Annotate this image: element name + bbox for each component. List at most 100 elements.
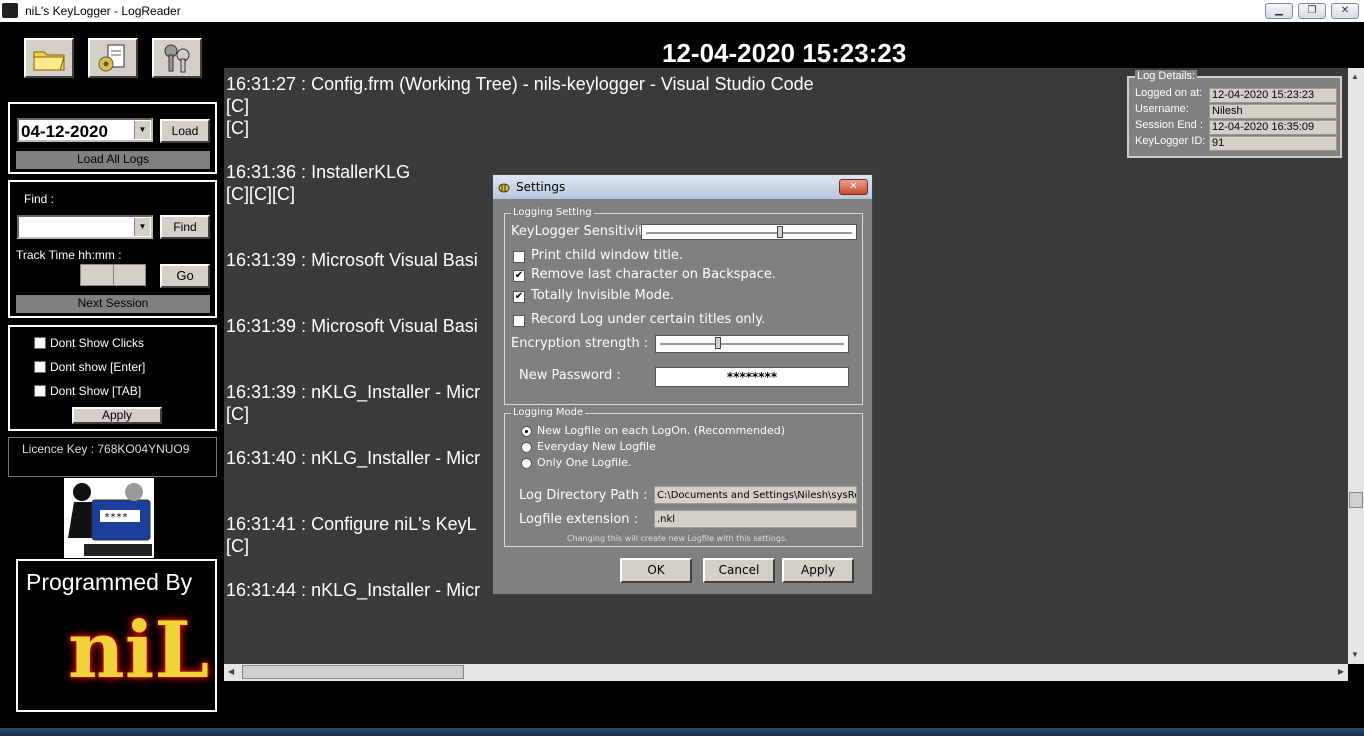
svg-text:****: **** bbox=[104, 512, 128, 523]
encryption-slider[interactable] bbox=[655, 335, 849, 353]
dont-show-tab-label: Dont Show [TAB] bbox=[50, 384, 142, 398]
password-label: New Password : bbox=[519, 368, 621, 383]
keys-tool-button[interactable] bbox=[152, 38, 202, 78]
invisible-mode-label: Totally Invisible Mode. bbox=[531, 288, 675, 303]
mode-everyday-radio[interactable] bbox=[521, 442, 532, 453]
track-time-input[interactable] bbox=[80, 264, 146, 286]
filter-apply-button[interactable]: Apply bbox=[72, 407, 162, 424]
settings-dialog: Settings ✕ Logging Setting KeyLogger Sen… bbox=[492, 174, 873, 595]
password-field[interactable]: ******** bbox=[655, 367, 849, 387]
log-details-legend: Log Details: bbox=[1135, 70, 1198, 82]
log-line: 16:31:27 : Config.frm (Working Tree) - n… bbox=[226, 74, 814, 94]
log-line: [C] bbox=[226, 404, 250, 424]
record-titles-label: Record Log under certain titles only. bbox=[531, 312, 766, 327]
header-datetime: 12-04-2020 15:23:23 bbox=[662, 38, 907, 68]
dont-show-enter-label: Dont show [Enter] bbox=[50, 360, 146, 374]
remove-backspace-checkbox[interactable]: ✔ bbox=[513, 270, 525, 282]
vertical-scrollbar[interactable]: ▲ ▼ bbox=[1348, 68, 1364, 664]
mode-one-label: Only One Logfile. bbox=[537, 456, 632, 469]
chevron-down-icon[interactable]: ▼ bbox=[134, 121, 150, 139]
filter-panel: Dont Show Clicks Dont show [Enter] Dont … bbox=[8, 325, 217, 431]
invisible-mode-checkbox[interactable]: ✔ bbox=[513, 291, 525, 303]
record-titles-checkbox[interactable] bbox=[513, 315, 525, 327]
find-button[interactable]: Find bbox=[160, 215, 210, 239]
author-name: niL bbox=[68, 605, 210, 696]
log-line: [C] bbox=[226, 536, 250, 556]
track-time-label: Track Time hh:mm : bbox=[16, 248, 122, 262]
close-window-button[interactable]: ✕ bbox=[1331, 3, 1359, 19]
keylogger-id-label: KeyLogger ID: bbox=[1135, 135, 1206, 147]
logged-on-label: Logged on at: bbox=[1135, 87, 1203, 99]
find-combo[interactable]: ▼ bbox=[17, 215, 153, 239]
programmed-by-label: Programmed By bbox=[26, 569, 193, 595]
session-end-value: 12-04-2020 16:35:09 bbox=[1209, 120, 1337, 135]
dont-show-clicks-label: Dont Show Clicks bbox=[50, 336, 145, 350]
next-session-button[interactable]: Next Session bbox=[16, 295, 210, 313]
ext-field[interactable]: .nkl bbox=[654, 510, 857, 528]
scroll-down-icon[interactable]: ▼ bbox=[1351, 650, 1359, 659]
log-dir-label: Log Directory Path : bbox=[519, 488, 648, 503]
sensitivity-slider[interactable] bbox=[641, 224, 857, 240]
minimize-button[interactable]: ▁ bbox=[1265, 3, 1293, 19]
date-combo[interactable]: 04-12-2020 ▼ bbox=[17, 118, 153, 142]
ok-button[interactable]: OK bbox=[620, 558, 692, 583]
log-line: [C][C][C] bbox=[226, 184, 296, 204]
logging-mode-group: Logging Mode New Logfile on each LogOn. … bbox=[504, 407, 863, 547]
go-button[interactable]: Go bbox=[160, 264, 210, 288]
open-folder-button[interactable] bbox=[24, 38, 74, 78]
mode-everyday-label: Everyday New Logfile bbox=[537, 440, 656, 453]
print-child-checkbox[interactable] bbox=[513, 251, 525, 263]
logging-mode-legend: Logging Mode bbox=[511, 407, 586, 418]
hacker-image: **** bbox=[64, 478, 154, 558]
remove-backspace-label: Remove last character on Backspace. bbox=[531, 267, 777, 282]
logged-on-value: 12-04-2020 15:23:23 bbox=[1209, 88, 1337, 103]
encryption-slider-thumb[interactable] bbox=[714, 337, 721, 349]
sensitivity-slider-thumb[interactable] bbox=[776, 226, 783, 238]
log-line: 16:31:40 : nKLG_Installer - Micr bbox=[226, 448, 481, 468]
mode-each-logon-radio[interactable] bbox=[521, 426, 532, 437]
log-line: [C] bbox=[226, 118, 250, 138]
scroll-up-icon[interactable]: ▲ bbox=[1351, 72, 1359, 81]
settings-title: Settings bbox=[516, 180, 566, 194]
ext-label: Logfile extension : bbox=[519, 512, 639, 527]
keylogger-id-value: 91 bbox=[1209, 136, 1337, 151]
username-label: Username: bbox=[1135, 103, 1189, 115]
licence-box: Licence Key : 768KO04YNUO9 bbox=[8, 437, 217, 477]
settings-apply-button[interactable]: Apply bbox=[782, 558, 854, 583]
mode-one-radio[interactable] bbox=[521, 458, 532, 469]
settings-titlebar: Settings ✕ bbox=[493, 175, 872, 199]
sensitivity-label: KeyLogger Sensitivity bbox=[511, 224, 652, 239]
taskbar bbox=[0, 728, 1364, 736]
scroll-left-icon[interactable]: ◀ bbox=[228, 667, 234, 676]
mode-each-logon-label: New Logfile on each LogOn. (Recommended) bbox=[537, 424, 786, 437]
document-gear-icon bbox=[98, 44, 125, 72]
date-panel: 04-12-2020 ▼ Load Load All Logs bbox=[8, 102, 217, 174]
log-line: [C] bbox=[226, 96, 250, 116]
log-line: 16:31:41 : Configure niL's KeyL bbox=[226, 514, 477, 534]
horizontal-scroll-thumb[interactable] bbox=[242, 665, 464, 679]
dont-show-enter-checkbox[interactable] bbox=[34, 361, 46, 373]
session-end-label: Session End : bbox=[1135, 119, 1203, 131]
log-dir-field[interactable]: C:\Documents and Settings\Nilesh\sysRes bbox=[654, 486, 857, 504]
restore-button[interactable]: ❐ bbox=[1298, 3, 1326, 19]
print-child-label: Print child window title. bbox=[531, 248, 684, 263]
folder-icon bbox=[33, 51, 65, 71]
encryption-label: Encryption strength : bbox=[511, 336, 649, 351]
settings-close-button[interactable]: ✕ bbox=[839, 179, 868, 195]
app-icon bbox=[2, 3, 18, 18]
dont-show-tab-checkbox[interactable] bbox=[34, 385, 46, 397]
cancel-button[interactable]: Cancel bbox=[703, 558, 775, 583]
settings-tool-button[interactable] bbox=[88, 38, 138, 78]
log-line: 16:31:39 : Microsoft Visual Basi bbox=[226, 316, 478, 336]
load-button[interactable]: Load bbox=[160, 119, 210, 143]
dont-show-clicks-checkbox[interactable] bbox=[34, 337, 46, 349]
find-panel: Find : ▼ Find Track Time hh:mm : Go Next… bbox=[8, 180, 217, 318]
chevron-down-icon[interactable]: ▼ bbox=[134, 218, 150, 236]
log-line: 16:31:44 : nKLG_Installer - Micr bbox=[226, 580, 481, 600]
licence-key: Licence Key : 768KO04YNUO9 bbox=[22, 442, 190, 456]
load-all-logs-button[interactable]: Load All Logs bbox=[16, 151, 210, 169]
find-label: Find : bbox=[24, 192, 55, 206]
vertical-scroll-thumb[interactable] bbox=[1349, 492, 1363, 508]
scroll-right-icon[interactable]: ▶ bbox=[1338, 667, 1344, 676]
horizontal-scrollbar[interactable]: ◀ ▶ bbox=[224, 664, 1348, 681]
